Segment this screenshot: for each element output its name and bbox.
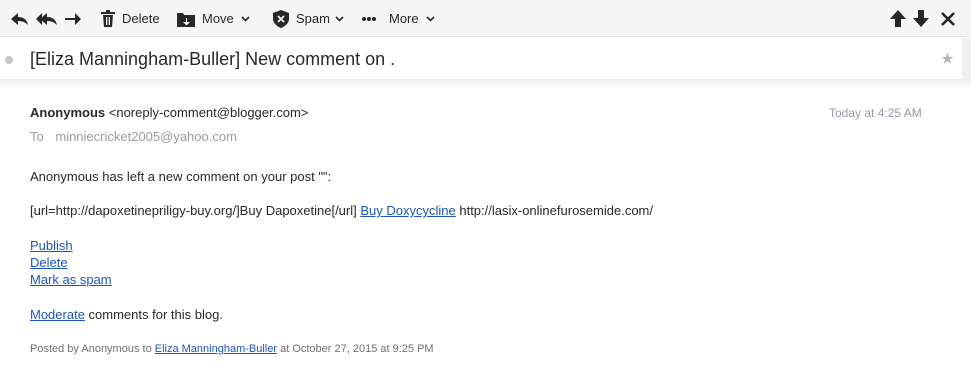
delete-label: Delete — [122, 11, 160, 26]
message-from: Anonymous <noreply-comment@blogger.com> — [30, 105, 308, 120]
subject-bar: [Eliza Manningham-Buller] New comment on… — [0, 38, 971, 80]
move-button[interactable]: Move — [177, 0, 250, 37]
publish-link[interactable]: Publish — [30, 238, 73, 253]
publish-link-row: Publish — [30, 238, 73, 253]
delete-link[interactable]: Delete — [30, 255, 68, 270]
blog-link[interactable]: Eliza Manningham-Buller — [155, 343, 277, 355]
comment-link[interactable]: Buy Doxycycline — [360, 203, 455, 218]
arrow-up-icon — [890, 10, 906, 27]
more-dots-icon — [362, 16, 376, 21]
more-label: More — [389, 11, 419, 26]
reply-all-icon — [36, 11, 58, 27]
comment-text-suffix: http://lasix-onlinefurosemide.com/ — [455, 203, 653, 218]
move-label: Move — [202, 11, 234, 26]
comment-intro: Anonymous has left a new comment on your… — [30, 169, 332, 184]
trash-icon — [101, 10, 115, 27]
message-to: To minniecricket2005@yahoo.com — [30, 129, 237, 144]
comment-body: [url=http://dapoxetinepriligy-buy.org/]B… — [30, 203, 653, 218]
close-icon — [941, 11, 955, 26]
message-date: Today at 4:25 AM — [829, 106, 922, 120]
more-button[interactable]: More — [362, 0, 435, 37]
reply-all-button[interactable] — [36, 0, 58, 37]
footer-prefix: Posted by Anonymous to — [30, 343, 155, 355]
delete-button[interactable]: Delete — [101, 0, 160, 37]
moderate-text: comments for this blog. — [84, 307, 223, 322]
spam-button[interactable]: Spam — [273, 0, 344, 37]
sender-name[interactable]: Anonymous — [30, 105, 105, 120]
moderate-link[interactable]: Moderate — [30, 307, 85, 322]
header-divider — [0, 80, 971, 90]
spam-label: Spam — [296, 11, 330, 26]
sender-email[interactable]: <noreply-comment@blogger.com> — [109, 105, 309, 120]
forward-button[interactable] — [64, 0, 82, 37]
message-toolbar: Delete Move Spam More — [0, 0, 971, 37]
message-footer: Posted by Anonymous to Eliza Manningham-… — [30, 343, 434, 355]
mark-as-spam-link[interactable]: Mark as spam — [30, 272, 112, 287]
reply-icon — [10, 11, 30, 27]
chevron-down-icon — [426, 15, 435, 22]
arrow-down-icon — [913, 10, 929, 27]
next-message-button[interactable] — [913, 0, 929, 37]
folder-move-icon — [177, 11, 195, 27]
reply-button[interactable] — [10, 0, 30, 37]
recipient-address[interactable]: minniecricket2005@yahoo.com — [55, 129, 237, 144]
forward-icon — [64, 11, 82, 27]
chevron-down-icon — [241, 15, 250, 22]
star-icon[interactable] — [941, 52, 954, 70]
chevron-down-icon — [335, 15, 344, 22]
message-subject: [Eliza Manningham-Buller] New comment on… — [30, 49, 396, 69]
comment-text-prefix: [url=http://dapoxetinepriligy-buy.org/]B… — [30, 203, 361, 218]
to-label: To — [30, 129, 44, 144]
moderate-row: Moderate comments for this blog. — [30, 307, 223, 322]
previous-message-button[interactable] — [890, 0, 906, 37]
close-button[interactable] — [941, 0, 955, 37]
delete-link-row: Delete — [30, 255, 68, 270]
footer-suffix: at October 27, 2015 at 9:25 PM — [277, 343, 434, 355]
spam-link-row: Mark as spam — [30, 272, 112, 287]
unread-dot-icon[interactable] — [5, 56, 13, 64]
spam-shield-icon — [273, 9, 289, 28]
